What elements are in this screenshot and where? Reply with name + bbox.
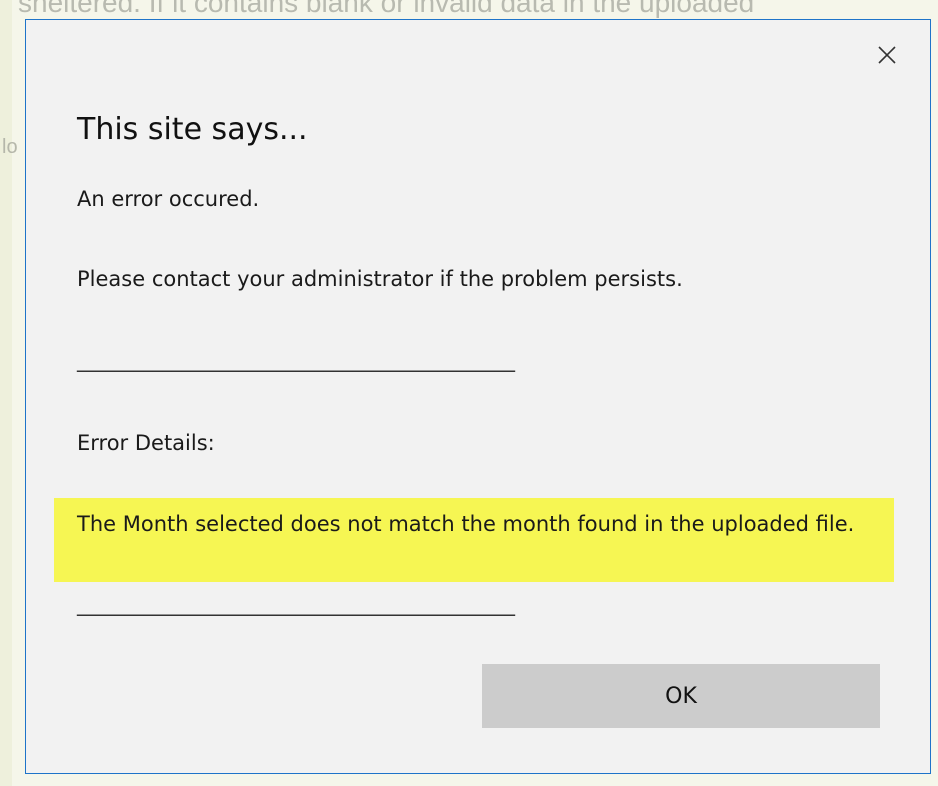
- close-button[interactable]: [870, 38, 904, 72]
- contact-admin-message: Please contact your administrator if the…: [77, 267, 683, 291]
- separator-line: ________________________________________…: [77, 348, 515, 372]
- page-left-strip: [0, 0, 12, 786]
- background-text-fragment: lo: [2, 136, 18, 158]
- separator-line-bottom: ________________________________________…: [77, 592, 515, 616]
- ok-button[interactable]: OK: [482, 664, 880, 728]
- alert-dialog: This site says... An error occured. Plea…: [25, 19, 931, 774]
- close-icon: [878, 46, 896, 64]
- error-details-highlight: The Month selected does not match the mo…: [54, 498, 894, 582]
- dialog-title: This site says...: [77, 112, 308, 147]
- error-details-text: The Month selected does not match the mo…: [77, 512, 855, 536]
- background-text: sheltered. If it contains blank or inval…: [18, 0, 755, 18]
- error-details-label: Error Details:: [77, 431, 215, 455]
- error-message: An error occured.: [77, 187, 260, 211]
